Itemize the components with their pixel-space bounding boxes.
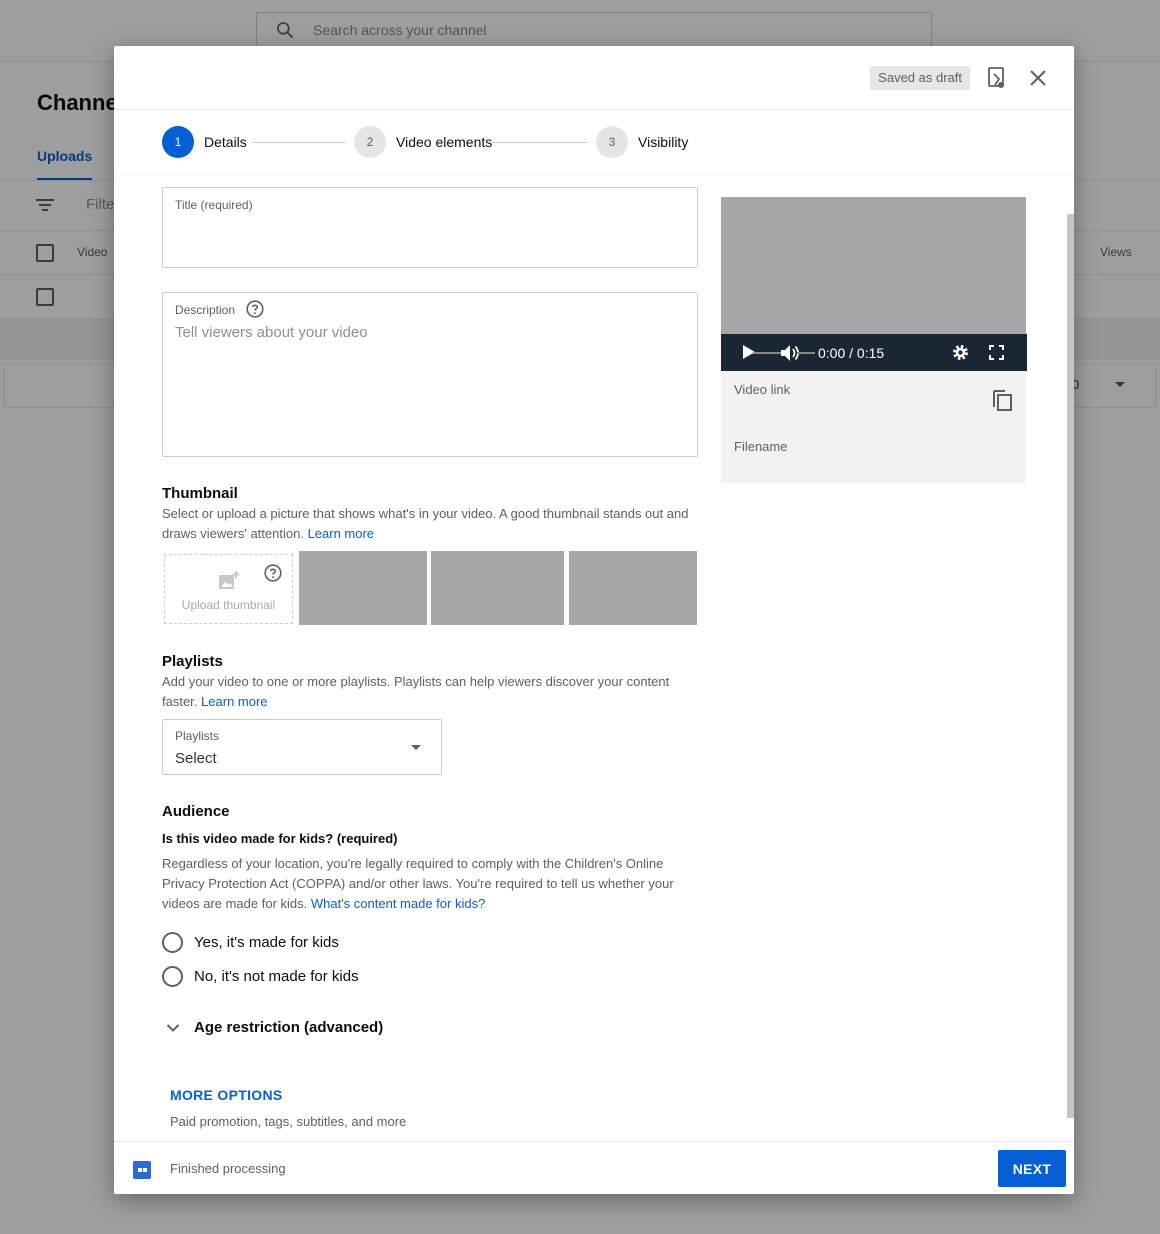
video-player[interactable] [721,197,1026,334]
filename-label: Filename [734,439,788,454]
step-number: 2 [354,126,386,158]
video-link-label: Video link [734,382,791,397]
age-restriction-label: Age restriction (advanced) [194,1019,384,1036]
chevron-down-icon [411,745,421,750]
details-form: Title (required) Description Tell viewer… [114,174,1074,1140]
step-details[interactable]: 1 Details [162,126,247,158]
radio-made-for-kids[interactable]: Yes, it's made for kids [162,932,339,953]
add-photo-icon [218,571,240,596]
processing-status: Finished processing [170,1161,286,1176]
upload-stepper: 1 Details 2 Video elements 3 Visibility [114,110,1074,174]
playlists-learn-more-link[interactable]: Learn more [201,694,267,709]
title-field[interactable]: Title (required) [162,187,698,268]
description-field-label: Description [175,303,236,317]
chevron-down-icon [166,1023,180,1032]
gear-icon[interactable] [951,343,970,362]
playlists-dropdown[interactable]: Playlists Select [162,719,442,775]
step-number: 1 [162,126,194,158]
dialog-footer: Finished processing NEXT [114,1141,1074,1194]
playlists-dropdown-value: Select [175,750,217,767]
audience-heading: Audience [162,803,230,820]
copy-icon[interactable] [991,387,1013,416]
radio-button[interactable] [162,966,183,987]
help-icon[interactable] [264,564,282,587]
step-label: Details [204,134,247,150]
description-field[interactable]: Description Tell viewers about your vide… [162,292,698,457]
radio-label: Yes, it's made for kids [194,934,339,951]
title-field-label: Title (required) [175,198,253,212]
volume-slider[interactable] [797,352,815,354]
upload-thumbnail-label: Upload thumbnail [181,598,276,612]
thumbnail-description: Select or upload a picture that shows wh… [162,504,702,544]
step-visibility[interactable]: 3 Visibility [596,126,688,158]
dialog-header: Saved as draft [114,46,1074,110]
close-icon[interactable] [1024,64,1052,92]
more-options-description: Paid promotion, tags, subtitles, and mor… [170,1114,407,1129]
upload-details-dialog: Saved as draft 1 Details 2 Video element… [114,46,1074,1194]
playlists-description: Add your video to one or more playlists.… [162,672,702,712]
player-controls: 0:00 / 0:15 [721,334,1027,371]
step-label: Visibility [638,134,689,150]
fullscreen-icon[interactable] [989,345,1004,360]
step-connector [252,142,346,143]
made-for-kids-link[interactable]: What's content made for kids? [311,896,485,911]
description-placeholder: Tell viewers about your video [175,324,368,341]
radio-not-made-for-kids[interactable]: No, it's not made for kids [162,966,359,987]
thumbnail-option[interactable] [431,551,564,625]
help-icon[interactable] [246,300,264,323]
saved-draft-badge: Saved as draft [870,66,970,90]
radio-button[interactable] [162,932,183,953]
made-for-kids-question: Is this video made for kids? (required) [162,831,398,846]
playlists-heading: Playlists [162,653,223,670]
feedback-icon[interactable] [983,64,1011,92]
upload-thumbnail-button[interactable]: Upload thumbnail [164,554,293,624]
next-button[interactable]: NEXT [998,1150,1066,1187]
playback-time: 0:00 / 0:15 [818,345,885,361]
step-number: 3 [596,126,628,158]
step-video-elements[interactable]: 2 Video elements [354,126,492,158]
thumbnail-option[interactable] [569,551,697,625]
radio-label: No, it's not made for kids [194,968,359,985]
step-label: Video elements [396,134,493,150]
thumbnail-description-text: Select or upload a picture that shows wh… [162,506,689,541]
thumbnail-heading: Thumbnail [162,485,238,502]
video-preview-panel: 0:00 / 0:15 Video link Filename [721,197,1027,483]
playlists-dropdown-label: Playlists [175,729,220,743]
thumbnail-option[interactable] [299,551,427,625]
step-connector [492,142,587,143]
more-options-button[interactable]: MORE OPTIONS [170,1087,283,1103]
age-restriction-toggle[interactable]: Age restriction (advanced) [166,1019,383,1036]
scrollbar[interactable] [1067,214,1074,1118]
hd-processing-icon [133,1161,151,1179]
audience-description: Regardless of your location, you're lega… [162,854,682,914]
thumbnail-learn-more-link[interactable]: Learn more [308,526,374,541]
